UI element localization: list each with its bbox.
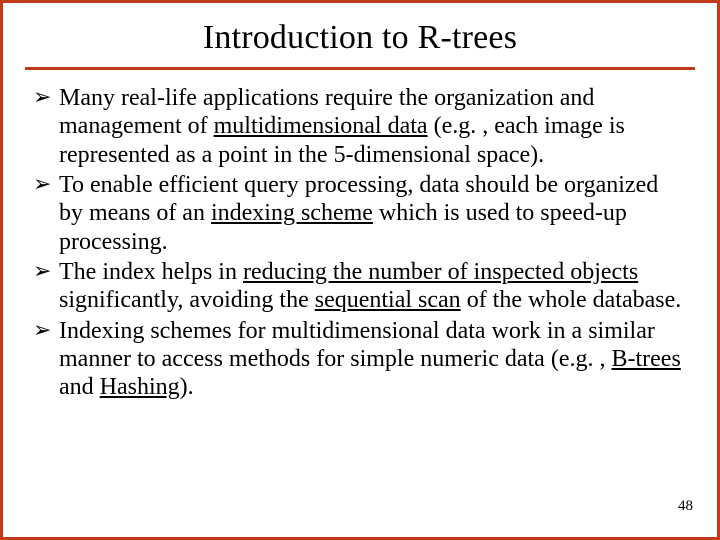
bullet-item: ➢ Many real-life applications require th… [33, 84, 687, 169]
page-number: 48 [678, 498, 693, 515]
bullet-underline: Hashing [100, 374, 180, 400]
chevron-right-icon: ➢ [33, 258, 51, 284]
bullet-text: The index helps in [59, 259, 243, 285]
bullet-text: of the whole database. [461, 287, 682, 313]
bullet-underline: sequential scan [315, 287, 461, 313]
bullet-item: ➢ To enable efficient query processing, … [33, 171, 687, 256]
bullet-underline: B-trees [611, 346, 680, 372]
bullet-underline: indexing scheme [211, 200, 373, 226]
bullet-text: and [59, 374, 100, 400]
bullet-item: ➢ Indexing schemes for multidimensional … [33, 317, 687, 402]
bullet-underline: reducing the number of inspected objects [243, 259, 638, 285]
chevron-right-icon: ➢ [33, 317, 51, 343]
chevron-right-icon: ➢ [33, 171, 51, 197]
chevron-right-icon: ➢ [33, 84, 51, 110]
slide-content: ➢ Many real-life applications require th… [3, 70, 717, 401]
slide-frame: Introduction to R-trees ➢ Many real-life… [0, 0, 720, 540]
bullet-text: significantly, avoiding the [59, 287, 315, 313]
bullet-text: ). [180, 374, 194, 400]
bullet-text: Indexing schemes for multidimensional da… [59, 318, 655, 372]
bullet-item: ➢ The index helps in reducing the number… [33, 258, 687, 315]
title-block: Introduction to R-trees [3, 3, 717, 63]
bullet-underline: multidimensional data [214, 113, 428, 139]
slide-title: Introduction to R-trees [43, 19, 677, 57]
